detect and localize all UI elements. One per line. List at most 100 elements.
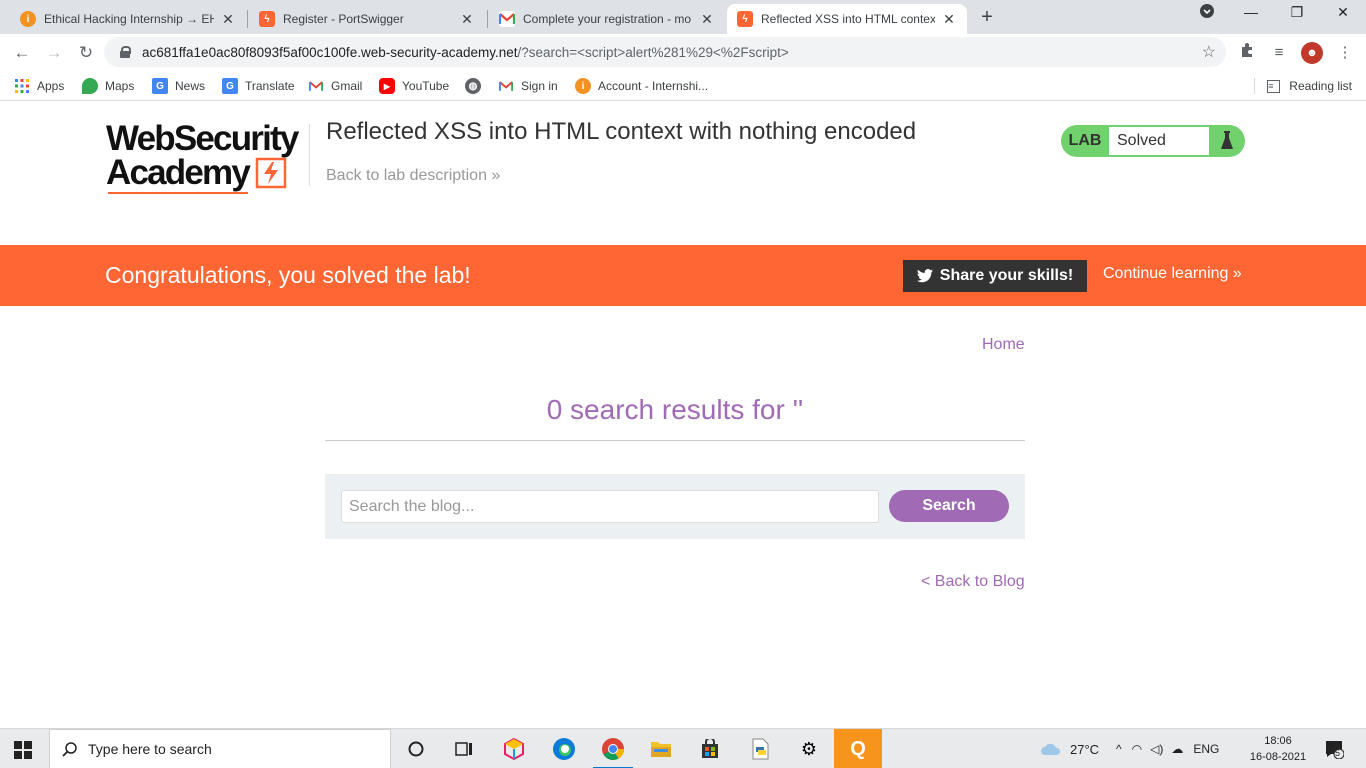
bookmark-label: Translate xyxy=(245,79,295,93)
chrome-browser-icon[interactable] xyxy=(589,729,637,768)
bookmark-gmail[interactable]: Gmail xyxy=(308,77,362,95)
tab-register-portswigger[interactable]: ϟ Register - PortSwigger ✕ xyxy=(249,4,485,34)
gmail-icon xyxy=(498,78,514,94)
youtube-icon: ▶ xyxy=(379,78,395,94)
taskbar-search-box[interactable]: Type here to search xyxy=(49,729,391,768)
bookmarks-bar: Apps Maps G News G Translate Gmail ▶ You… xyxy=(0,71,1366,101)
tab-separator xyxy=(487,10,488,28)
bookmark-sign-in[interactable]: Sign in xyxy=(498,77,558,95)
blog-search-input[interactable] xyxy=(341,490,879,523)
app-cube-icon[interactable] xyxy=(490,729,538,768)
quick-app-icon[interactable]: Q xyxy=(834,729,882,768)
language-indicator[interactable]: ENG xyxy=(1193,742,1219,756)
tab-search-icon[interactable] xyxy=(1192,4,1222,21)
reading-list-button[interactable]: ≡ Reading list xyxy=(1267,77,1352,95)
results-divider xyxy=(325,440,1025,441)
new-tab-button[interactable]: + xyxy=(976,6,998,29)
settings-gear-icon[interactable]: ⚙ xyxy=(785,729,833,768)
search-button[interactable]: Search xyxy=(889,490,1009,522)
web-security-academy-logo[interactable]: WebSecurity Academy xyxy=(106,121,306,194)
clock-time: 18:06 xyxy=(1264,735,1292,747)
search-results-heading: 0 search results for '' xyxy=(546,394,804,425)
show-hidden-icons-chevron-icon[interactable]: ^ xyxy=(1116,742,1122,756)
url-path: /?search=<script>alert%281%29<%2Fscript> xyxy=(517,44,789,60)
portswigger-bolt-icon xyxy=(255,157,287,189)
close-tab-icon[interactable]: ✕ xyxy=(699,11,715,28)
bookmark-label: News xyxy=(175,79,206,93)
bookmark-label: Gmail xyxy=(331,79,363,93)
gmail-favicon-icon xyxy=(499,11,515,27)
close-tab-icon[interactable]: ✕ xyxy=(941,11,957,28)
continue-learning-link[interactable]: Continue learning » xyxy=(1103,265,1242,283)
tab-complete-registration[interactable]: Complete your registration - mo ✕ xyxy=(489,4,725,34)
back-arrow-icon[interactable]: ← xyxy=(10,41,34,65)
close-window-icon[interactable]: ✕ xyxy=(1328,4,1358,21)
cortana-icon[interactable] xyxy=(392,729,440,768)
store-bag-icon[interactable] xyxy=(686,729,734,768)
bookmark-star-icon[interactable]: ☆ xyxy=(1202,42,1216,62)
bookmark-maps[interactable]: Maps xyxy=(82,77,134,95)
kebab-menu-icon[interactable]: ⋮ xyxy=(1334,42,1356,64)
tab-ethical-hacking[interactable]: i Ethical Hacking Internship → EH ( ✕ xyxy=(10,4,246,34)
gmail-icon xyxy=(308,78,324,94)
bookmark-apps[interactable]: Apps xyxy=(14,77,64,95)
tab-title: Complete your registration - mo xyxy=(523,12,692,26)
bookmark-globe[interactable]: ◍ xyxy=(465,77,488,95)
tab-title: Register - PortSwigger xyxy=(283,12,404,26)
share-button-label: Share your skills! xyxy=(939,267,1074,284)
bookmark-youtube[interactable]: ▶ YouTube xyxy=(379,77,449,95)
bookmark-account[interactable]: i Account - Internshi... xyxy=(575,77,708,95)
bookmark-news[interactable]: G News xyxy=(152,77,205,95)
restore-icon[interactable]: ❐ xyxy=(1282,4,1312,21)
windows-start-icon[interactable] xyxy=(14,741,32,759)
volume-icon[interactable]: ◁) xyxy=(1150,742,1163,756)
translate-icon: G xyxy=(222,78,238,94)
media-control-icon[interactable]: ≡ xyxy=(1268,42,1290,64)
header-divider xyxy=(309,124,310,186)
notification-center-icon[interactable]: 5 xyxy=(1324,739,1345,760)
tab-title: Ethical Hacking Internship → EH ( xyxy=(44,12,214,26)
bookmark-label: Maps xyxy=(105,79,135,93)
reload-icon[interactable]: ↻ xyxy=(74,41,98,65)
news-icon: G xyxy=(152,78,168,94)
profile-avatar[interactable]: ☻ xyxy=(1301,42,1323,64)
forward-arrow-icon[interactable]: → xyxy=(42,41,66,65)
bookmark-translate[interactable]: G Translate xyxy=(222,77,295,95)
address-bar[interactable]: ac681ffa1e0ac80f8093f5af00c100fe.web-sec… xyxy=(104,37,1226,67)
share-your-skills-button[interactable]: Share your skills! xyxy=(903,260,1087,292)
weather-cloud-icon xyxy=(1041,743,1061,755)
internshala-favicon-icon: i xyxy=(20,11,36,27)
task-view-icon[interactable] xyxy=(440,729,488,768)
congratulations-message: Congratulations, you solved the lab! xyxy=(105,262,471,288)
reading-list-icon: ≡ xyxy=(1267,79,1281,93)
lock-icon[interactable] xyxy=(120,46,131,58)
onedrive-cloud-icon[interactable]: ☁ xyxy=(1171,742,1183,756)
lab-status-widget: LAB Solved xyxy=(1061,125,1245,157)
tab-reflected-xss[interactable]: ϟ Reflected XSS into HTML context ✕ xyxy=(727,4,967,34)
double-chevron-right-icon: » xyxy=(491,167,501,184)
extensions-puzzle-icon[interactable] xyxy=(1236,42,1258,64)
close-tab-icon[interactable]: ✕ xyxy=(220,11,236,28)
taskbar-clock[interactable]: 18:06 16-08-2021 xyxy=(1246,733,1310,765)
double-chevron-right-icon: » xyxy=(1232,265,1242,282)
back-to-lab-description-link[interactable]: Back to lab description » xyxy=(326,167,500,185)
taskbar-search-placeholder: Type here to search xyxy=(88,741,212,757)
close-tab-icon[interactable]: ✕ xyxy=(459,11,475,28)
tab-title: Reflected XSS into HTML context xyxy=(761,12,935,26)
minimize-icon[interactable]: — xyxy=(1236,4,1266,20)
edge-browser-icon[interactable] xyxy=(540,729,588,768)
file-explorer-icon[interactable] xyxy=(637,729,685,768)
apps-grid-icon xyxy=(14,78,30,94)
account-icon: i xyxy=(575,78,591,94)
browser-toolbar: ← → ↻ ac681ffa1e0ac80f8093f5af00c100fe.w… xyxy=(0,34,1366,71)
maps-icon xyxy=(82,78,98,94)
python-file-icon[interactable] xyxy=(736,729,784,768)
back-to-blog-link[interactable]: < Back to Blog xyxy=(921,573,1025,591)
tab-separator xyxy=(247,10,248,28)
wifi-icon[interactable]: ◠ xyxy=(1132,742,1142,756)
weather-widget[interactable]: 27°C xyxy=(1040,729,1099,768)
home-link[interactable]: Home xyxy=(982,336,1025,354)
twitter-icon xyxy=(916,269,933,283)
lab-status-value: Solved xyxy=(1109,127,1209,155)
notification-count: 5 xyxy=(1335,748,1341,758)
